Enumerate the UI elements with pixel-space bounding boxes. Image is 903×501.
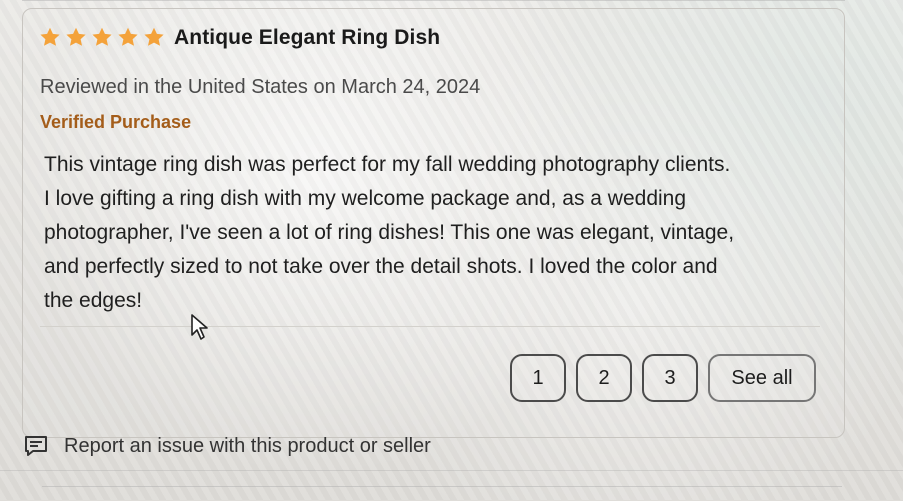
- report-icon: [25, 436, 47, 456]
- top-divider: [22, 0, 845, 1]
- review-body-line: photographer, I've seen a lot of ring di…: [44, 221, 735, 244]
- page-button-3[interactable]: 3: [642, 354, 698, 402]
- verified-purchase-badge: Verified Purchase: [40, 112, 192, 132]
- pagination: 1 2 3 See all: [510, 354, 816, 402]
- review-header: Antique Elegant Ring Dish: [38, 26, 440, 50]
- review-title[interactable]: Antique Elegant Ring Dish: [174, 26, 440, 50]
- star-icon: [118, 27, 138, 46]
- next-section-edge: [42, 486, 842, 501]
- report-issue-link[interactable]: Report an issue with this product or sel…: [64, 435, 431, 458]
- page-button-2[interactable]: 2: [576, 354, 632, 402]
- bottom-divider: [0, 470, 903, 471]
- star-icon: [92, 27, 112, 46]
- star-rating: [38, 26, 166, 50]
- page-button-1[interactable]: 1: [510, 354, 566, 402]
- review-meta: Reviewed in the United States on March 2…: [40, 76, 481, 98]
- review-body-line: and perfectly sized to not take over the…: [44, 255, 718, 278]
- star-icon: [66, 27, 86, 46]
- star-icon: [40, 27, 60, 46]
- review-body-line: I love gifting a ring dish with my welco…: [44, 187, 687, 210]
- review-body-line: This vintage ring dish was perfect for m…: [44, 153, 731, 176]
- star-icon: [144, 27, 164, 46]
- report-issue-row[interactable]: Report an issue with this product or sel…: [22, 432, 431, 460]
- content-divider: [40, 326, 820, 327]
- review-body-line: the edges!: [44, 289, 143, 312]
- cursor-icon: [191, 314, 208, 340]
- see-all-button[interactable]: See all: [708, 354, 816, 402]
- review-body: This vintage ring dish was perfect for m…: [44, 148, 834, 318]
